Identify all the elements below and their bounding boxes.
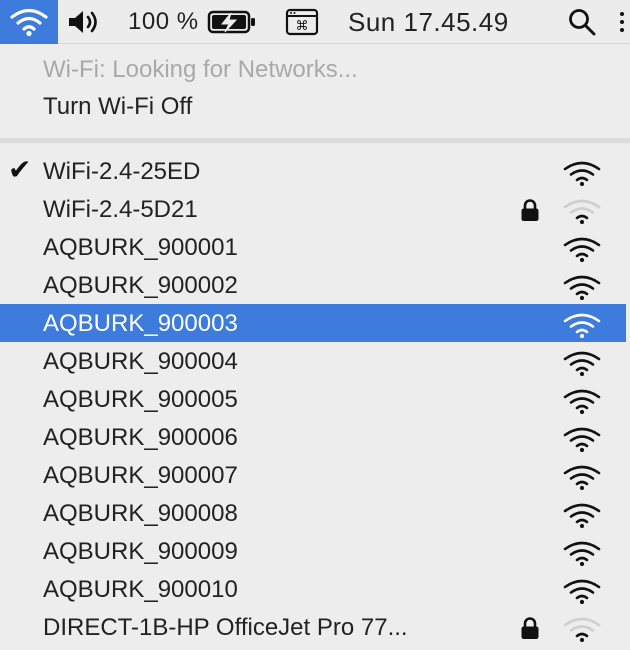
wifi-signal-icon (563, 389, 601, 414)
network-item[interactable]: AQBURK_900003 (0, 304, 626, 342)
menubar-clock[interactable]: Sun 17.45.49 (348, 0, 509, 44)
network-name: DIRECT-1B-HP OfficeJet Pro 77... (43, 614, 408, 641)
wifi-signal-icon (563, 237, 601, 262)
menu-bar: 100 % ⌘ Sun 17.45.49 (0, 0, 630, 44)
network-item[interactable]: AQBURK_900002 (0, 266, 626, 304)
network-item[interactable]: AQBURK_900007 (0, 456, 626, 494)
network-name: AQBURK_900009 (43, 538, 238, 565)
wifi-menu-icon[interactable] (0, 0, 58, 44)
network-name: AQBURK_900003 (43, 310, 238, 337)
wifi-signal-icon (563, 427, 601, 452)
wifi-signal-icon (563, 161, 601, 186)
network-name: AQBURK_900008 (43, 500, 238, 527)
wifi-signal-icon (563, 617, 601, 642)
network-item[interactable]: AQBURK_900009 (0, 532, 626, 570)
lock-icon (521, 199, 539, 221)
network-name: AQBURK_900004 (43, 348, 238, 375)
volume-icon[interactable] (62, 0, 106, 44)
network-item[interactable]: AQBURK_900001 (0, 228, 626, 266)
svg-text:⌘: ⌘ (296, 19, 309, 34)
network-name: AQBURK_900002 (43, 272, 238, 299)
wifi-signal-icon (563, 275, 601, 300)
wifi-icon (10, 8, 48, 37)
network-name: AQBURK_900006 (43, 424, 238, 451)
keyboard-viewer-icon[interactable]: ⌘ (282, 0, 322, 44)
network-item[interactable]: AQBURK_900008 (0, 494, 626, 532)
search-icon[interactable] (562, 0, 602, 44)
connected-checkmark-icon: ✔ (8, 154, 32, 185)
network-item[interactable]: AQBURK_900005 (0, 380, 626, 418)
wifi-dropdown-menu: Wi-Fi: Looking for Networks... Turn Wi-F… (0, 44, 630, 650)
network-item[interactable]: AQBURK_900006 (0, 418, 626, 456)
network-name: WiFi-2.4-25ED (43, 158, 201, 185)
wifi-status-text: Wi-Fi: Looking for Networks... (43, 56, 358, 83)
more-menu-icon[interactable] (614, 0, 630, 44)
wifi-signal-icon (563, 313, 601, 338)
network-name: WiFi-2.4-5D21 (43, 196, 198, 223)
network-item[interactable]: WiFi-2.4-5D21 (0, 190, 626, 228)
wifi-signal-icon (563, 351, 601, 376)
network-name: AQBURK_900007 (43, 462, 238, 489)
network-name: AQBURK_900010 (43, 576, 238, 603)
network-name: AQBURK_900005 (43, 386, 238, 413)
wifi-signal-icon (563, 199, 601, 224)
wifi-signal-icon (563, 465, 601, 490)
network-name: AQBURK_900001 (43, 234, 238, 261)
network-item[interactable]: DIRECT-1B-HP OfficeJet Pro 77... (0, 608, 626, 646)
network-item[interactable]: ✔ WiFi-2.4-25ED (0, 152, 626, 190)
network-list: ✔ WiFi-2.4-25ED WiFi-2.4-5D21 AQBURK_900001… (0, 152, 630, 646)
network-item[interactable]: AQBURK_900004 (0, 342, 626, 380)
menu-separator (0, 138, 630, 143)
turn-wifi-off-menu-item[interactable]: Turn Wi-Fi Off (43, 93, 192, 121)
network-item[interactable]: AQBURK_900010 (0, 570, 626, 608)
battery-charging-icon[interactable] (206, 0, 258, 44)
wifi-signal-icon (563, 503, 601, 528)
wifi-signal-icon (563, 579, 601, 604)
wifi-signal-icon (563, 541, 601, 566)
lock-icon (521, 617, 539, 639)
battery-percentage[interactable]: 100 % (128, 0, 199, 44)
